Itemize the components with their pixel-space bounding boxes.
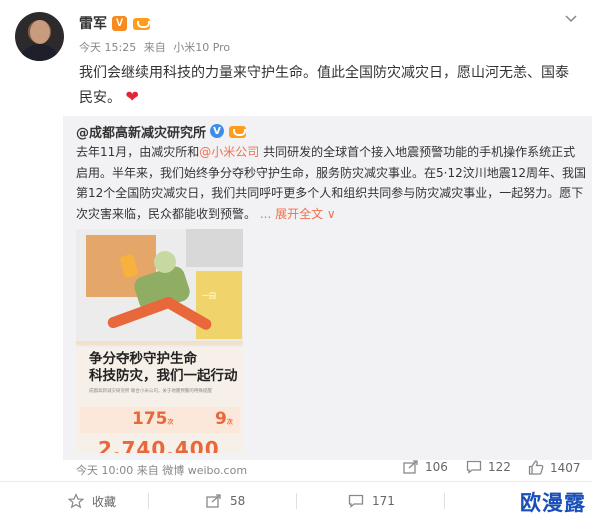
author-row: 雷军 V — [79, 13, 152, 33]
comment-icon — [466, 460, 482, 474]
weibo-post: 雷军 V 今天 15:25 来自 小米10 Pro 我们会继续用科技的力量来守护… — [0, 0, 592, 519]
repost-text-part1: 去年11月，由减灾所和 — [76, 145, 200, 159]
heart-emoji-icon: ❤ — [125, 87, 139, 106]
repost-comment-count: 122 — [488, 460, 511, 474]
expand-full-text-link[interactable]: ... 展开全文 ∨ — [256, 207, 336, 221]
chevron-down-icon[interactable] — [564, 12, 578, 26]
repost-comment-button[interactable]: 122 — [466, 460, 511, 474]
thumbs-up-icon — [528, 460, 544, 475]
reposted-card: @成都高新减灾研究所 V 去年11月，由减灾所和@小米公司 共同研发的全球首个接… — [63, 116, 592, 477]
post-text: 我们会继续用科技的力量来守护生命。值此全国防灾减灾日，愿山河无恙、国泰民安。 — [79, 65, 569, 106]
poster-headline-1: 争分夺秒守护生命 — [89, 351, 197, 367]
watermark-logo: 欧漫露 — [520, 491, 586, 515]
repost-source: 微博 weibo.com — [162, 464, 248, 477]
comment-icon — [348, 494, 364, 508]
author-name[interactable]: 雷军 — [79, 13, 107, 33]
poster-subtitle: 成都高新减灾研究所 联合小米公司，关于地震预警的特殊提醒 — [89, 389, 212, 394]
divider — [296, 493, 297, 509]
poster-big-number: 2,740,400 — [98, 437, 220, 453]
poster-door-sign: 一园 — [202, 292, 216, 300]
forward-count: 58 — [230, 494, 246, 508]
repost-meta: 今天 10:00 来自 微博 weibo.com — [76, 462, 247, 478]
member-crown-icon[interactable] — [132, 16, 152, 31]
post-content: 我们会继续用科技的力量来守护生命。值此全国防灾减灾日，愿山河无恙、国泰民安。 ❤ — [79, 62, 579, 110]
favorite-label: 收藏 — [92, 494, 117, 509]
mention-link[interactable]: @小米公司 — [199, 145, 259, 159]
avatar-face — [30, 20, 50, 44]
forward-icon — [206, 494, 221, 508]
repost-author-name[interactable]: @成都高新减灾研究所 — [76, 122, 206, 141]
divider — [444, 493, 445, 509]
poster-floor — [76, 341, 243, 345]
poster-shape — [186, 229, 243, 267]
poster-headline: 争分夺秒守护生命 科技防灾，我们一起行动 — [89, 351, 239, 385]
repost-text: 去年11月，由减灾所和@小米公司 共同研发的全球首个接入地震预警功能的手机操作系… — [76, 142, 586, 224]
forward-icon — [403, 460, 418, 474]
repost-source-prefix: 来自 — [136, 464, 159, 477]
poster-image[interactable]: 一园 争分夺秒守护生命 科技防灾，我们一起行动 成都高新减灾研究所 联合小米公司… — [76, 229, 243, 453]
post-time[interactable]: 今天 15:25 — [79, 41, 136, 54]
action-bar: 收藏 58 171 — [0, 481, 592, 519]
post-source: 小米10 Pro — [173, 41, 231, 54]
member-crown-icon[interactable] — [228, 124, 248, 139]
divider — [148, 493, 149, 509]
poster-stat-b: 9次 — [215, 409, 233, 429]
poster-headline-2: 科技防灾，我们一起行动 — [89, 368, 238, 384]
poster-runner-head — [154, 251, 176, 273]
comment-button[interactable]: 171 — [348, 482, 395, 519]
poster-stat-a: 175次 — [132, 409, 174, 429]
comment-count: 171 — [372, 494, 395, 508]
star-icon — [68, 493, 84, 509]
source-prefix: 来自 — [143, 41, 166, 54]
blue-verified-icon[interactable]: V — [210, 124, 225, 138]
repost-forward-button[interactable]: 106 — [403, 460, 448, 474]
avatar-suit — [19, 44, 60, 61]
repost-time[interactable]: 今天 10:00 — [76, 464, 133, 477]
repost-like-button[interactable]: 1407 — [528, 460, 581, 475]
forward-button[interactable]: 58 — [206, 482, 245, 519]
author-avatar[interactable] — [15, 12, 64, 61]
verified-icon[interactable]: V — [112, 15, 127, 31]
repost-like-count: 1407 — [550, 460, 581, 475]
post-meta: 今天 15:25 来自 小米10 Pro — [79, 39, 234, 55]
repost-forward-count: 106 — [425, 460, 448, 474]
repost-author-row: @成都高新减灾研究所 V — [76, 121, 248, 141]
favorite-button[interactable]: 收藏 — [68, 482, 116, 519]
